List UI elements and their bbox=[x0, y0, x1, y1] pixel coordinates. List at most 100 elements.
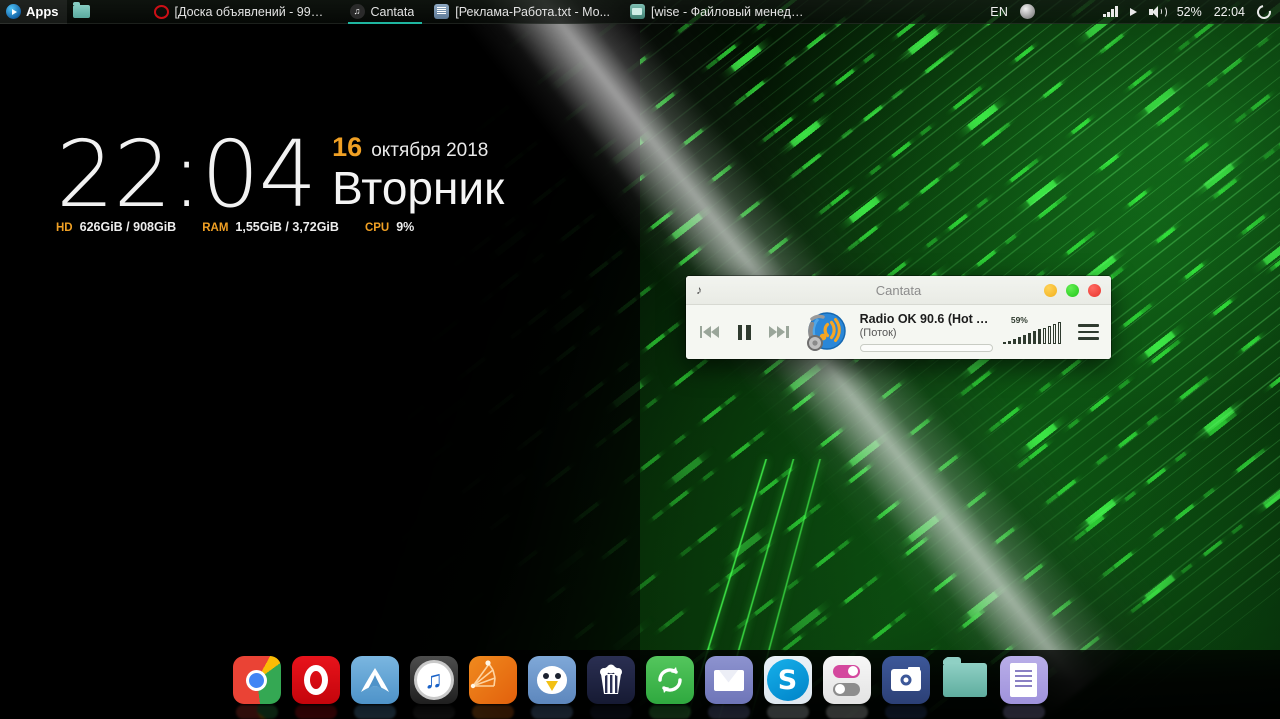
text-editor-icon bbox=[434, 4, 450, 19]
ark-glyph bbox=[360, 668, 389, 692]
dock-reflection bbox=[825, 705, 868, 719]
dock-item-notes[interactable] bbox=[999, 656, 1048, 719]
dock-item-bird[interactable] bbox=[527, 656, 576, 719]
taskbar: [Доска объявлений - 999.... ♫ Cantata [Р… bbox=[144, 0, 817, 24]
music-note-glyph: ♫ bbox=[413, 660, 454, 700]
popcorn-icon bbox=[586, 656, 635, 704]
dock-item-mail[interactable] bbox=[704, 656, 753, 719]
system-tray: EN 52% 22:04 bbox=[987, 0, 1280, 24]
dock-reflection bbox=[944, 705, 986, 719]
dock-item-camera[interactable] bbox=[881, 656, 930, 719]
user-avatar[interactable] bbox=[1017, 0, 1038, 24]
media-play-indicator[interactable] bbox=[1127, 0, 1140, 24]
taskbar-item-text-editor[interactable]: [Реклама-Работа.txt - Мо... bbox=[424, 0, 620, 24]
network-signal-indicator[interactable] bbox=[1100, 0, 1121, 24]
volume-control[interactable]: 59% bbox=[1002, 315, 1069, 347]
music-note-icon: ♪ bbox=[696, 283, 702, 297]
opera-icon bbox=[291, 656, 340, 704]
apps-menu-button[interactable]: Apps bbox=[0, 0, 67, 24]
battery-label: 52% bbox=[1176, 4, 1202, 19]
camera-icon bbox=[881, 656, 930, 704]
taskbar-item-label: Cantata bbox=[370, 4, 415, 19]
folder-icon[interactable] bbox=[72, 2, 90, 18]
dock-reflection bbox=[353, 705, 396, 719]
hamburger-menu-button[interactable] bbox=[1075, 317, 1102, 347]
clementine-icon bbox=[468, 656, 517, 704]
dock-reflection bbox=[766, 705, 809, 719]
previous-track-button[interactable] bbox=[695, 317, 724, 347]
dock-item-skype[interactable]: S bbox=[763, 656, 812, 719]
dock-reflection bbox=[884, 705, 927, 719]
skype-icon: S bbox=[763, 656, 812, 704]
dock-item-opera[interactable] bbox=[291, 656, 340, 719]
clementine-glyph bbox=[470, 660, 496, 689]
application-dock: ♫ S bbox=[0, 650, 1280, 719]
battery-indicator[interactable]: 52% bbox=[1174, 0, 1205, 24]
dock-reflection bbox=[648, 705, 691, 719]
taskbar-item-cantata[interactable]: ♫ Cantata bbox=[340, 0, 425, 24]
toggle-on-glyph bbox=[833, 664, 860, 678]
speaker-icon bbox=[1148, 5, 1167, 18]
taskbar-item-label: [Реклама-Работа.txt - Мо... bbox=[455, 4, 611, 19]
desktop-wallpaper bbox=[0, 0, 1280, 719]
cantata-titlebar[interactable]: ♪ Cantata bbox=[686, 276, 1111, 305]
pause-button[interactable] bbox=[730, 317, 759, 347]
file-manager-icon bbox=[941, 656, 989, 704]
cantata-player-bar: Radio OK 90.6 (Hot AC) (Поток) 59% bbox=[686, 305, 1111, 359]
opera-icon bbox=[153, 4, 169, 19]
chrome-icon bbox=[232, 656, 281, 704]
cantata-icon: ♫ bbox=[409, 656, 458, 704]
dock-reflection bbox=[1002, 705, 1045, 719]
dock-item-popcorn[interactable] bbox=[586, 656, 635, 719]
apps-circle-icon bbox=[6, 4, 21, 19]
dock-item-sync[interactable] bbox=[645, 656, 694, 719]
keyboard-layout-label: EN bbox=[990, 4, 1009, 19]
taskbar-item-opera[interactable]: [Доска объявлений - 999.... bbox=[144, 0, 340, 24]
dock-reflection bbox=[235, 705, 278, 719]
clock-label: 22:04 bbox=[1213, 4, 1245, 19]
top-panel: Apps [Доска объявлений - 999.... ♫ Canta… bbox=[0, 0, 1280, 24]
dock-item-chrome[interactable] bbox=[232, 656, 281, 719]
dock-item-cantata[interactable]: ♫ bbox=[409, 656, 458, 719]
bird-icon bbox=[527, 656, 576, 704]
window-controls bbox=[1044, 283, 1101, 297]
power-icon bbox=[1254, 1, 1274, 22]
dock-item-clementine[interactable] bbox=[468, 656, 517, 719]
dock-reflection bbox=[471, 705, 514, 719]
dock-item-settings[interactable] bbox=[822, 656, 871, 719]
mail-icon bbox=[704, 656, 753, 704]
volume-bars-icon bbox=[1002, 322, 1062, 344]
toggle-off-glyph bbox=[833, 682, 860, 696]
track-title: Radio OK 90.6 (Hot AC) bbox=[859, 312, 993, 326]
keyboard-layout-indicator[interactable]: EN bbox=[987, 0, 1011, 24]
dock-reflection bbox=[707, 705, 750, 719]
volume-indicator[interactable] bbox=[1146, 0, 1168, 24]
panel-left-section: Apps [Доска объявлений - 999.... ♫ Canta… bbox=[0, 0, 816, 24]
next-icon bbox=[769, 326, 789, 338]
popcorn-glyph bbox=[599, 664, 622, 694]
dock-item-ark[interactable] bbox=[350, 656, 399, 719]
dock-item-files[interactable] bbox=[941, 656, 989, 704]
panel-clock[interactable]: 22:04 bbox=[1211, 0, 1248, 24]
track-info: Radio OK 90.6 (Hot AC) (Поток) bbox=[852, 312, 993, 352]
wallpaper-fiber-lines bbox=[0, 0, 1280, 719]
progress-bar[interactable] bbox=[859, 344, 993, 352]
avatar-icon bbox=[1020, 4, 1036, 19]
settings-icon bbox=[822, 656, 871, 704]
sync-glyph bbox=[657, 667, 682, 693]
close-button[interactable] bbox=[1088, 283, 1101, 297]
desktop-screen: Apps [Доска объявлений - 999.... ♫ Canta… bbox=[0, 0, 1280, 719]
power-menu-button[interactable] bbox=[1254, 0, 1274, 24]
minimize-button[interactable] bbox=[1044, 283, 1057, 297]
taskbar-item-file-manager[interactable]: [wise - Файловый менедж... bbox=[620, 0, 816, 24]
next-track-button[interactable] bbox=[765, 317, 794, 347]
album-art bbox=[802, 310, 846, 354]
taskbar-item-label: [Доска объявлений - 999.... bbox=[174, 4, 330, 19]
dock-reflection bbox=[412, 705, 455, 719]
play-icon bbox=[1129, 7, 1137, 16]
skype-letter: S bbox=[766, 659, 809, 701]
maximize-button[interactable] bbox=[1066, 283, 1079, 297]
dock-reflection bbox=[589, 705, 632, 719]
radio-stream-icon bbox=[806, 312, 846, 351]
file-manager-icon bbox=[630, 4, 646, 19]
